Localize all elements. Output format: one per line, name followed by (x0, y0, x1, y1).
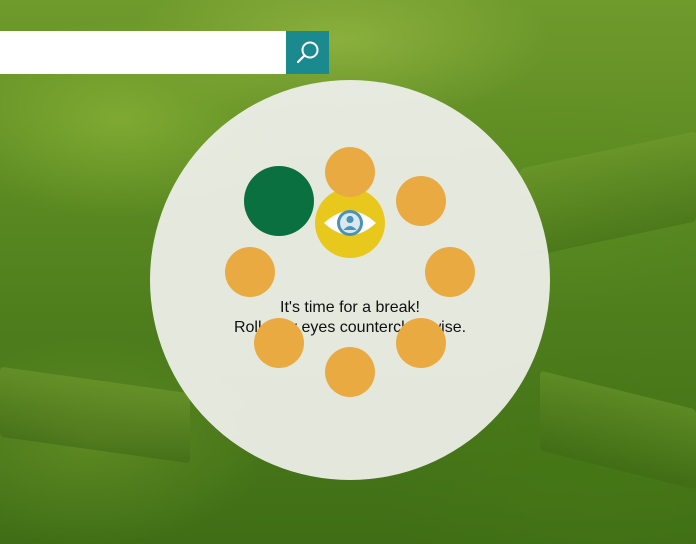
background-scenery (0, 366, 190, 464)
progress-dot (254, 317, 305, 368)
break-reminder-panel: It's time for a break! Roll your eyes co… (150, 80, 550, 480)
break-message: It's time for a break! Roll your eyes co… (150, 298, 550, 338)
background-scenery (520, 131, 696, 259)
progress-dot (325, 147, 375, 197)
search-input[interactable] (0, 31, 286, 74)
progress-dot (225, 247, 275, 297)
break-title: It's time for a break! (280, 299, 420, 316)
progress-dot (425, 247, 475, 297)
progress-dot (395, 317, 446, 368)
background-scenery (540, 370, 696, 490)
search-icon (296, 41, 318, 63)
progress-dot (325, 347, 375, 397)
eye-icon (324, 210, 376, 236)
search-button[interactable] (286, 31, 329, 74)
progress-dot-active (244, 166, 315, 237)
eye-badge (315, 188, 385, 258)
break-instruction: Roll your eyes counterclockwise. (233, 319, 467, 336)
progress-dot (395, 176, 446, 227)
